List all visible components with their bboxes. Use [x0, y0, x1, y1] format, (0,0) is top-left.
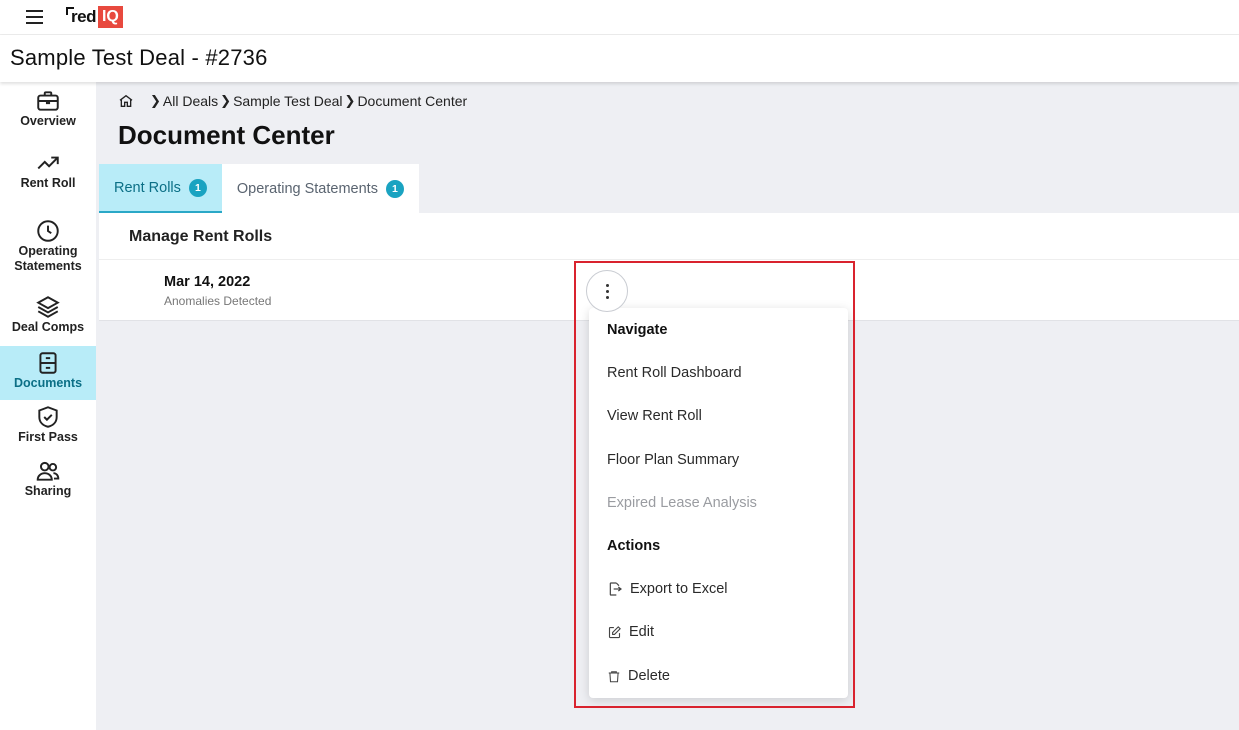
- count-badge: 1: [188, 178, 207, 197]
- sidebar-item-label: Documents: [13, 376, 83, 390]
- sidebar-item-label: Deal Comps: [11, 320, 85, 334]
- breadcrumb-all-deals[interactable]: All Deals: [163, 93, 218, 109]
- rent-roll-status: Anomalies Detected: [164, 294, 272, 308]
- chevron-right-icon: ❯: [220, 93, 232, 108]
- logo-badge: IQ: [97, 6, 123, 28]
- sidebar: Overview Rent Roll Operating Statements …: [0, 82, 96, 730]
- sidebar-item-label: Overview: [20, 114, 76, 128]
- menu-item-label: Delete: [628, 668, 670, 684]
- edit-icon: [608, 625, 621, 638]
- sidebar-item-first-pass[interactable]: First Pass: [0, 404, 96, 454]
- hamburger-menu-icon[interactable]: [26, 10, 43, 24]
- options-menu: Navigate Rent Roll Dashboard View Rent R…: [589, 308, 848, 698]
- sidebar-item-label: Rent Roll: [20, 176, 76, 190]
- sidebar-item-operating-statements[interactable]: Operating Statements: [0, 218, 96, 278]
- briefcase-icon: [37, 91, 59, 111]
- shield-check-icon: [38, 406, 58, 428]
- home-icon[interactable]: [118, 93, 134, 109]
- menu-item-floor-plan-summary[interactable]: Floor Plan Summary: [607, 452, 739, 468]
- menu-item-expired-lease-analysis: Expired Lease Analysis: [607, 495, 757, 511]
- more-vertical-icon: [606, 284, 609, 287]
- sidebar-item-label-line1: Operating: [18, 244, 78, 258]
- rent-rolls-panel: Manage Rent Rolls Mar 14, 2022 Anomalies…: [99, 213, 1239, 321]
- more-vertical-icon: [606, 290, 609, 293]
- menu-item-label: Export to Excel: [630, 581, 728, 597]
- export-icon: [609, 582, 622, 596]
- archive-icon: [39, 352, 57, 374]
- logo-text: red: [66, 7, 96, 27]
- breadcrumb: ❯ All Deals ❯ Sample Test Deal ❯ Documen…: [118, 93, 467, 109]
- trending-up-icon: [37, 156, 59, 170]
- trash-icon: [608, 670, 620, 682]
- menu-item-edit[interactable]: Edit: [607, 624, 654, 640]
- breadcrumb-deal[interactable]: Sample Test Deal: [233, 93, 342, 109]
- menu-item-view-rent-roll[interactable]: View Rent Roll: [607, 408, 702, 424]
- sidebar-item-label-line2: Statements: [14, 259, 82, 273]
- clock-icon: [37, 220, 59, 242]
- more-options-button[interactable]: [586, 270, 628, 312]
- menu-item-delete[interactable]: Delete: [607, 668, 670, 684]
- layers-icon: [36, 296, 60, 318]
- sidebar-item-rent-roll[interactable]: Rent Roll: [0, 150, 96, 200]
- users-icon: [36, 461, 60, 481]
- sidebar-item-label: First Pass: [18, 430, 78, 444]
- rediq-logo[interactable]: red IQ: [66, 6, 123, 28]
- tab-operating-statements[interactable]: Operating Statements 1: [221, 164, 419, 213]
- divider: [99, 259, 1239, 260]
- tab-label: Rent Rolls: [114, 179, 181, 196]
- rent-roll-date[interactable]: Mar 14, 2022: [164, 274, 250, 290]
- deal-title-bar: Sample Test Deal - #2736: [0, 35, 1239, 82]
- breadcrumb-document-center: Document Center: [357, 93, 468, 109]
- more-vertical-icon: [606, 296, 609, 299]
- tab-label: Operating Statements: [236, 180, 378, 197]
- menu-header-actions: Actions: [607, 538, 661, 554]
- menu-item-export-to-excel[interactable]: Export to Excel: [607, 581, 728, 597]
- menu-item-rent-roll-dashboard[interactable]: Rent Roll Dashboard: [607, 365, 742, 381]
- document-tabs: Rent Rolls 1 Operating Statements 1: [99, 164, 419, 213]
- deal-title: Sample Test Deal - #2736: [10, 45, 268, 70]
- tab-rent-rolls[interactable]: Rent Rolls 1: [99, 164, 222, 213]
- sidebar-item-sharing[interactable]: Sharing: [0, 458, 96, 508]
- chevron-right-icon: ❯: [344, 93, 356, 108]
- sidebar-item-deal-comps[interactable]: Deal Comps: [0, 294, 96, 344]
- panel-title: Manage Rent Rolls: [129, 228, 273, 245]
- page-title: Document Center: [118, 120, 335, 150]
- chevron-right-icon: ❯: [150, 93, 161, 108]
- menu-item-label: Edit: [629, 624, 654, 640]
- count-badge: 1: [385, 179, 404, 198]
- sidebar-item-overview[interactable]: Overview: [0, 88, 96, 138]
- menu-header-navigate: Navigate: [607, 322, 668, 338]
- sidebar-item-documents[interactable]: Documents: [0, 346, 96, 400]
- top-bar: red IQ: [0, 0, 1239, 35]
- sidebar-item-label: Sharing: [24, 484, 72, 498]
